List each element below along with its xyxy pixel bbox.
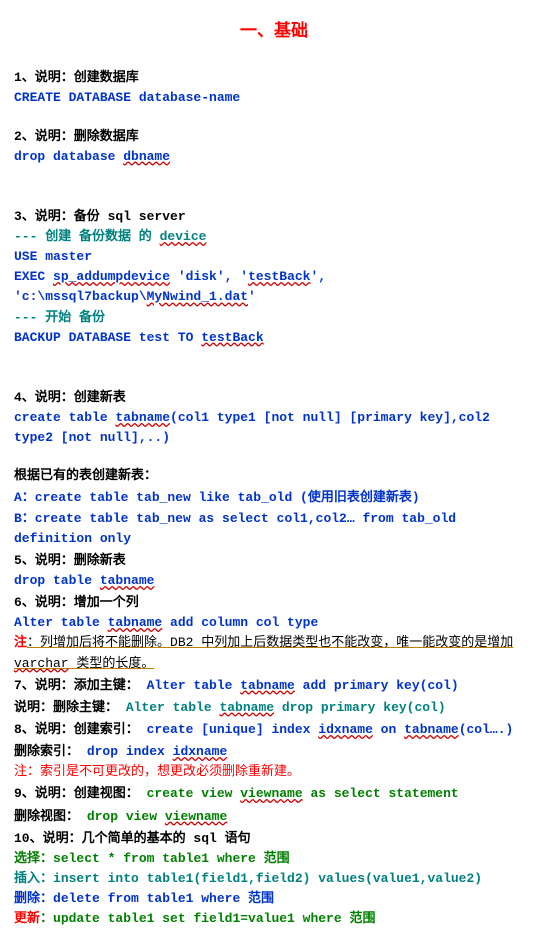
- vw: viewname: [240, 786, 302, 801]
- lbl: 插入: [14, 871, 40, 886]
- txt: drop database: [14, 149, 123, 164]
- code-2: drop database dbname: [14, 147, 534, 167]
- txt: --- 创建 备份数据 的: [14, 229, 160, 244]
- para-4: 根据已有的表创建新表：: [14, 466, 534, 486]
- note-8: 注：索引是不可更改的，想更改必须删除重新建。: [14, 762, 534, 782]
- lbl: 删除: [14, 891, 40, 906]
- t: BACKUP DATABASE test TO: [14, 330, 201, 345]
- heading-7: 7、说明：添加主键： Alter table tabname add prima…: [14, 676, 534, 696]
- row-insert: 插入：insert into table1(field1,field2) val…: [14, 869, 534, 889]
- tab: tabname: [240, 678, 295, 693]
- vw: viewname: [165, 809, 227, 824]
- idx: idxname: [173, 744, 228, 759]
- lbl: 更新: [14, 911, 40, 926]
- heading-8b: 删除索引： drop index idxname: [14, 742, 534, 762]
- note-label: 注: [14, 635, 27, 650]
- code-6: Alter table tabname add column col type: [14, 613, 534, 633]
- c: ：delete from table1 where 范围: [40, 891, 274, 906]
- t: create table: [14, 410, 115, 425]
- t: drop view: [87, 809, 165, 824]
- tb: testBack: [248, 269, 310, 284]
- code-4a: A：create table tab_new like tab_old (使用旧…: [14, 488, 534, 508]
- t: Alter table: [126, 700, 220, 715]
- t: Alter table: [14, 615, 108, 630]
- code-4b: B：create table tab_new as select col1,co…: [14, 509, 534, 549]
- row-update: 更新：update table1 set field1=value1 where…: [14, 909, 534, 929]
- fn: MyNwind_1.dat: [147, 289, 248, 304]
- code-3-5: BACKUP DATABASE test TO testBack: [14, 328, 534, 348]
- tb: testBack: [201, 330, 263, 345]
- t: (col….): [459, 722, 514, 737]
- tab: tabname: [108, 615, 163, 630]
- row-select: 选择：select * from table1 where 范围: [14, 849, 534, 869]
- tab: tabname: [115, 410, 170, 425]
- lbl: 说明：删除主键：: [14, 700, 126, 715]
- device: device: [160, 229, 207, 244]
- heading-6: 6、说明：增加一个列: [14, 593, 534, 613]
- heading-5: 5、说明：删除新表: [14, 551, 534, 571]
- t: on: [373, 722, 404, 737]
- c: ：insert into table1(field1,field2) value…: [40, 871, 482, 886]
- heading-7b: 说明：删除主键： Alter table tabname drop primar…: [14, 698, 534, 718]
- code-3-2: USE master: [14, 247, 534, 267]
- heading-3: 3、说明：备份 sql server: [14, 207, 534, 227]
- t: as select statement: [303, 786, 459, 801]
- lbl: 7、说明：添加主键：: [14, 678, 147, 693]
- idx: idxname: [318, 722, 373, 737]
- t: EXEC: [14, 269, 53, 284]
- heading-4: 4、说明：创建新表: [14, 388, 534, 408]
- c: ：select * from table1 where 范围: [40, 851, 290, 866]
- t: create view: [147, 786, 241, 801]
- heading-9: 9、说明：创建视图： create view viewname as selec…: [14, 784, 534, 804]
- t: drop table: [14, 573, 100, 588]
- note-6: 注：列增加后将不能删除。DB2 中列加上后数据类型也不能改变，唯一能改变的是增加…: [14, 633, 534, 673]
- dbname: dbname: [123, 149, 170, 164]
- heading-1: 1、说明：创建数据库: [14, 68, 534, 88]
- code-3-3: EXEC sp_addumpdevice 'disk', 'testBack',…: [14, 267, 534, 307]
- lbl: 删除视图：: [14, 809, 79, 824]
- page-title: 一、基础: [14, 20, 534, 46]
- note-body: ：列增加后将不能删除。DB2 中列加上后数据类型也不能改变，唯一能改变的是增加 …: [14, 635, 513, 670]
- t: drop index: [87, 744, 173, 759]
- code-4: create table tabname(col1 type1 [not nul…: [14, 408, 534, 448]
- heading-8: 8、说明：创建索引： create [unique] index idxname…: [14, 720, 534, 740]
- t: Alter table: [147, 678, 241, 693]
- lbl: 选择: [14, 851, 40, 866]
- lbl: 8、说明：创建索引：: [14, 722, 139, 737]
- t: add primary key(col): [295, 678, 459, 693]
- t: create [unique] index: [147, 722, 319, 737]
- row-delete: 删除：delete from table1 where 范围: [14, 889, 534, 909]
- heading-2: 2、说明：删除数据库: [14, 127, 534, 147]
- code-5: drop table tabname: [14, 571, 534, 591]
- tab: tabname: [404, 722, 459, 737]
- lbl: 9、说明：创建视图：: [14, 786, 139, 801]
- heading-9b: 删除视图： drop view viewname: [14, 807, 534, 827]
- code-3-1: --- 创建 备份数据 的 device: [14, 227, 534, 247]
- tab: tabname: [100, 573, 155, 588]
- code-3-4: --- 开始 备份: [14, 308, 534, 328]
- sp: sp_addumpdevice: [53, 269, 170, 284]
- t: drop primary key(col): [274, 700, 446, 715]
- lbl: 删除索引：: [14, 744, 79, 759]
- tab: tabname: [219, 700, 274, 715]
- heading-10: 10、说明：几个简单的基本的 sql 语句: [14, 829, 534, 849]
- c: ：update table1 set field1=value1 where 范…: [40, 911, 375, 926]
- t: 'disk', ': [170, 269, 248, 284]
- t: add column col type: [162, 615, 318, 630]
- code-1: CREATE DATABASE database-name: [14, 88, 534, 108]
- t: ': [248, 289, 256, 304]
